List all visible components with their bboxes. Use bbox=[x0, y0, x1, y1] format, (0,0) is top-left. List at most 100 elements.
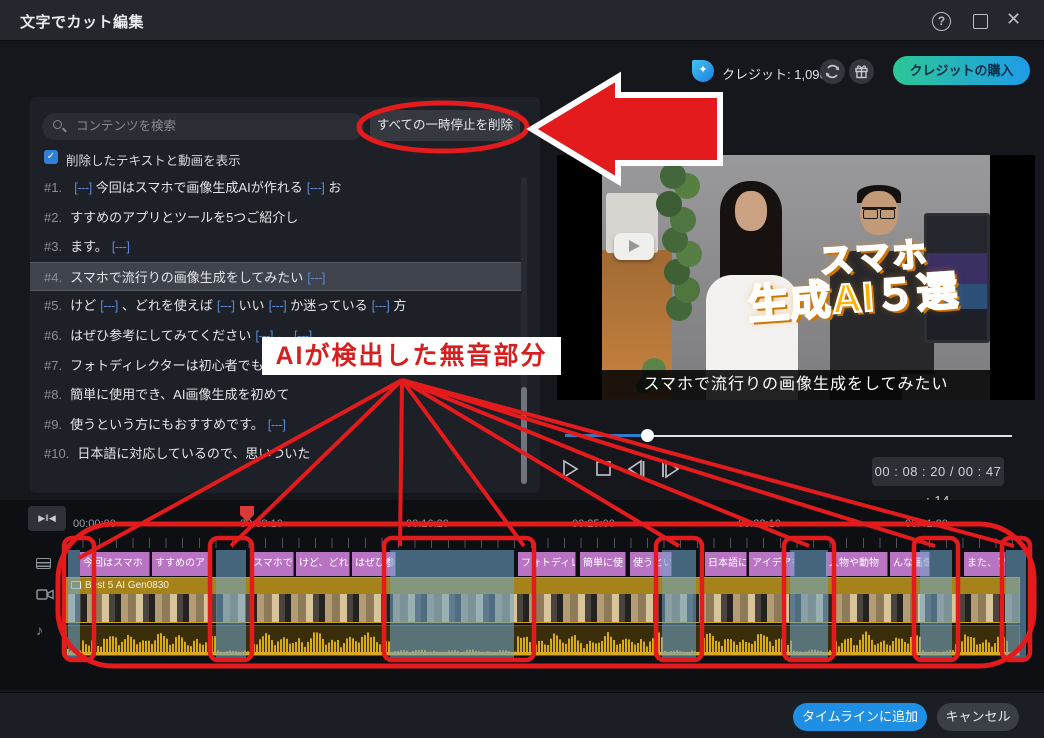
remove-all-pauses-button[interactable]: すべての一時停止を削除 bbox=[370, 110, 520, 141]
pause-marker[interactable]: [---] bbox=[268, 417, 286, 432]
subtitle-clip[interactable]: スマホで流 bbox=[250, 552, 294, 576]
silent-region[interactable] bbox=[662, 550, 696, 658]
video-track-icon bbox=[36, 588, 54, 606]
stop-button[interactable] bbox=[594, 458, 612, 480]
title-bar: 文字でカット編集 ? ✕ bbox=[0, 0, 1044, 41]
transcript-row[interactable]: #10. 日本語に対応しているので、思いついた bbox=[30, 439, 526, 469]
seek-handle[interactable] bbox=[641, 429, 654, 442]
maximize-icon[interactable] bbox=[973, 14, 988, 29]
cancel-button[interactable]: キャンセル bbox=[937, 703, 1019, 731]
transcript-row[interactable]: #8.簡単に使用でき、AI画像生成を初めて bbox=[30, 380, 526, 410]
silent-region[interactable] bbox=[216, 550, 246, 658]
footer-bar: タイムラインに追加 キャンセル bbox=[0, 692, 1044, 738]
subtitle-track-icon bbox=[36, 558, 51, 569]
search-input[interactable] bbox=[74, 114, 354, 138]
add-to-timeline-button[interactable]: タイムラインに追加 bbox=[793, 703, 927, 731]
pause-marker[interactable]: [---] bbox=[112, 239, 130, 254]
transcript-row[interactable]: #4.スマホで流行りの画像生成をしてみたい[---] bbox=[30, 262, 526, 292]
clip-label: Best 5 AI Gen0830 bbox=[67, 578, 1019, 594]
transcript-row[interactable]: #9.使うという方にもおすすめです。[---] bbox=[30, 410, 526, 440]
row-text: ます。 bbox=[70, 239, 108, 254]
subtitle-clip[interactable]: けど、どれ bbox=[296, 552, 350, 576]
subtitle-clip[interactable]: すすめのア bbox=[152, 552, 210, 576]
transcript-row[interactable]: #6.はぜひ参考にしてみてください[---]。[---] bbox=[30, 321, 526, 351]
silent-region[interactable] bbox=[920, 550, 952, 658]
row-number: #4. bbox=[44, 270, 62, 285]
help-icon[interactable]: ? bbox=[932, 12, 951, 31]
time-display: 00 : 08 : 20 / 00 : 47 : 14 bbox=[872, 457, 1004, 486]
silent-region[interactable] bbox=[790, 550, 828, 658]
row-number: #10. bbox=[44, 446, 69, 461]
transport-controls bbox=[560, 456, 680, 482]
row-text: いい bbox=[239, 298, 265, 313]
silent-region[interactable] bbox=[390, 550, 514, 658]
pause-marker[interactable]: [---] bbox=[100, 298, 118, 313]
row-text: 今回はスマホで画像生成AIが作れる bbox=[96, 180, 303, 195]
scrollbar-thumb[interactable] bbox=[521, 387, 527, 484]
pause-marker[interactable]: [---] bbox=[372, 298, 390, 313]
gift-button[interactable] bbox=[849, 59, 874, 84]
transcript-row[interactable]: #2.すすめのアプリとツールを5つご紹介し bbox=[30, 203, 526, 233]
row-text: 簡単に使用でき、AI画像生成を初めて bbox=[70, 387, 289, 402]
buy-credits-button[interactable]: クレジットの購入 bbox=[893, 56, 1030, 85]
show-deleted-checkbox[interactable]: ✓ bbox=[44, 150, 58, 164]
gift-icon bbox=[849, 59, 874, 84]
row-number: #1. bbox=[44, 180, 62, 195]
subtitle-clip[interactable]: アイデアを bbox=[749, 552, 795, 576]
clip-thumbnails bbox=[67, 594, 1019, 622]
timeline-ruler[interactable]: 00:00:0000:08:1000:16:2000:25:0000:33:10… bbox=[0, 514, 1044, 548]
silent-region[interactable] bbox=[1006, 550, 1026, 658]
pause-marker[interactable]: [---] bbox=[307, 180, 325, 195]
row-text: お bbox=[328, 180, 341, 195]
transcript-panel: すべての一時停止を削除 ✓ 削除したテキストと動画を表示 #1. [---] 今回は… bbox=[30, 97, 540, 493]
credit-drop-icon: ✦ bbox=[692, 60, 714, 82]
transcript-row[interactable]: #1.[---]今回はスマホで画像生成AIが作れる[---]お bbox=[30, 173, 526, 203]
subtitle-clip[interactable]: 簡単に使 bbox=[580, 552, 626, 576]
pause-marker[interactable]: [---] bbox=[74, 180, 92, 195]
audio-clip[interactable] bbox=[66, 625, 1020, 656]
pause-marker[interactable]: [---] bbox=[217, 298, 235, 313]
woman-face bbox=[735, 191, 767, 231]
refresh-button[interactable] bbox=[820, 59, 845, 84]
row-number: #9. bbox=[44, 417, 62, 432]
subtitle-clip[interactable]: フォトディレ bbox=[518, 552, 576, 576]
video-clip[interactable]: Best 5 AI Gen0830 bbox=[66, 577, 1020, 623]
silent-region[interactable] bbox=[68, 550, 80, 658]
close-icon[interactable]: ✕ bbox=[1006, 9, 1021, 30]
subtitle-clip[interactable]: また、アニ bbox=[964, 552, 1006, 576]
transcript-row[interactable]: #3. ます。 [---] bbox=[30, 232, 526, 262]
row-text: 。 bbox=[277, 328, 290, 343]
transcript-scrollbar[interactable] bbox=[521, 177, 527, 482]
audio-track-icon: ♪ bbox=[36, 622, 43, 638]
row-number: #6. bbox=[44, 328, 62, 343]
row-text: 日本語に対応しているので、思いついた bbox=[77, 446, 310, 461]
pause-marker[interactable]: [---] bbox=[307, 270, 325, 285]
cut-edit-dialog: 文字でカット編集 ? ✕ ✦ クレジット: 1,096 クレジットの購入 すべて… bbox=[0, 0, 1044, 738]
row-number: #3. bbox=[44, 239, 62, 254]
transcript-row[interactable]: #7.フォトディレクターは初心者でもスマホで bbox=[30, 351, 526, 381]
glasses bbox=[862, 207, 896, 216]
show-deleted-label: 削除したテキストと動画を表示 bbox=[66, 150, 241, 169]
timeline-panel: ▶‖◀ 00:00:0000:08:1000:16:2000:25:0000:3… bbox=[0, 500, 1044, 690]
seek-bar[interactable] bbox=[565, 429, 1012, 442]
subtitle-track: 今回はスマホすすめのアスマホで流けど、どれはぜひ参フォトディレ簡単に使使うとい日… bbox=[66, 552, 1020, 576]
ruler-timestamp: 00:41:20 bbox=[905, 518, 948, 530]
subtitle-clip[interactable]: 日本語に bbox=[705, 552, 747, 576]
pause-marker[interactable]: [---] bbox=[294, 328, 312, 343]
seek-progress bbox=[565, 434, 647, 437]
search-box[interactable] bbox=[42, 113, 364, 140]
credit-balance: クレジット: 1,096 bbox=[722, 64, 827, 83]
pause-marker[interactable]: [---] bbox=[255, 328, 273, 343]
ruler-timestamp: 00:33:10 bbox=[738, 518, 781, 530]
subtitle-clip[interactable]: 今回はスマホ bbox=[80, 552, 150, 576]
transcript-row[interactable]: #5.けど[---]、どれを使えば[---]いい[---]か迷っている[---]… bbox=[30, 291, 526, 321]
subtitle-clip[interactable]: 人物や動物 bbox=[826, 552, 888, 576]
play-button[interactable] bbox=[560, 458, 580, 480]
next-frame-button[interactable] bbox=[660, 458, 680, 480]
row-text: フォトディレクターは初心者でもスマホで bbox=[70, 358, 315, 373]
ruler-timestamp: 00:16:20 bbox=[406, 518, 449, 530]
pause-marker[interactable]: [---] bbox=[269, 298, 287, 313]
transcript-list: #1.[---]今回はスマホで画像生成AIが作れる[---]お#2.すすめのアプ… bbox=[30, 173, 526, 469]
prev-frame-button[interactable] bbox=[626, 458, 646, 480]
refresh-icon bbox=[820, 59, 845, 84]
